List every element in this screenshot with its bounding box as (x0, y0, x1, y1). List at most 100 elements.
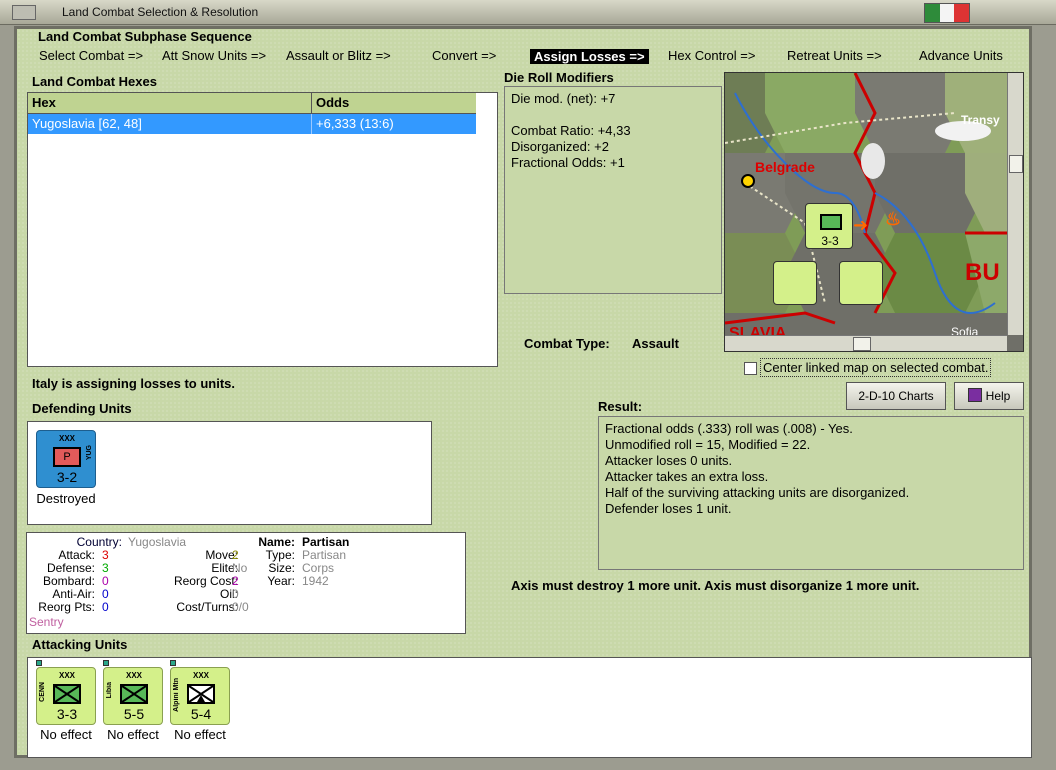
unit-values: 5-4 (190, 706, 212, 722)
step-att-snow-units: Att Snow Units => (162, 48, 267, 63)
year-label: Year: (267, 574, 295, 588)
help-book-icon (967, 388, 982, 402)
result-line: Unmodified roll = 15, Modified = 22. (605, 437, 811, 452)
modifiers-heading: Die Roll Modifiers (504, 70, 614, 85)
map-vertical-scrollbar[interactable] (1007, 73, 1023, 335)
cost-turns-value: 0/0 (232, 600, 249, 614)
hexes-table: Hex Odds Yugoslavia [62, 48] +6,333 (13:… (27, 92, 498, 367)
defending-unit-status: Destroyed (36, 491, 96, 506)
attack-arrow-icon: ➜ (853, 215, 869, 235)
subphase-heading: Land Combat Subphase Sequence (38, 29, 252, 44)
infantry-icon (820, 214, 842, 230)
center-map-checkbox-label[interactable]: Center linked map on selected combat. (760, 358, 992, 377)
unit-name: CENN (39, 682, 46, 702)
attacking-heading: Attacking Units (32, 637, 128, 652)
linked-map[interactable]: Belgrade Transy BU Sofia SLAVIA 3-3 ♨ ➜ (724, 72, 1024, 352)
cost-turns-label: Cost/Turns: (176, 600, 238, 614)
mission-value: Sentry (29, 615, 64, 629)
hexes-table-header: Hex Odds (28, 93, 476, 114)
table-row[interactable]: Yugoslavia [62, 48] +6,333 (13:6) (28, 114, 476, 134)
map-unit-cenn[interactable]: 3-3 (805, 203, 853, 249)
map-horizontal-scrollbar[interactable] (725, 335, 1007, 351)
partisan-icon: P (53, 447, 81, 467)
unit-values: 3-2 (56, 469, 78, 485)
unit-size: XXX (58, 671, 75, 680)
map-unit-alpini[interactable] (839, 261, 883, 305)
modifier-line: Combat Ratio: +4,33 (511, 123, 631, 138)
infantry-icon (53, 684, 81, 704)
defending-unit-partisan[interactable]: XXX P YUG 3-2 (36, 430, 96, 488)
hexes-heading: Land Combat Hexes (32, 74, 157, 89)
charts-button[interactable]: 2-D-10 Charts (846, 382, 946, 410)
result-line: Half of the surviving attacking units ar… (605, 485, 910, 500)
attacking-units-box: XXX CENN 3-3 No effect XXX Libia 5-5 No … (27, 657, 1032, 758)
defending-units-box: XXX P YUG 3-2 Destroyed (27, 421, 432, 525)
infantry-icon (120, 684, 148, 704)
modifiers-box: Die mod. (net): +7 Combat Ratio: +4,33 D… (504, 86, 722, 294)
reorg-pts-value: 0 (102, 600, 109, 614)
unit-name: Libia (106, 682, 113, 699)
defending-heading: Defending Units (32, 401, 132, 416)
loss-requirement-message: Axis must destroy 1 more unit. Axis must… (511, 578, 920, 593)
unit-details-box: Country: Yugoslavia Attack: 3 Defense: 3… (26, 532, 466, 634)
column-odds[interactable]: Odds (312, 93, 476, 113)
map-unit-values: 3-3 (821, 234, 839, 248)
result-line: Defender loses 1 unit. (605, 501, 732, 516)
result-line: Attacker takes an extra loss. (605, 469, 769, 484)
map-vertical-thumb[interactable] (1009, 155, 1023, 173)
step-assault-or-blitz: Assault or Blitz => (286, 48, 391, 63)
attacking-unit-status: No effect (107, 727, 159, 742)
unit-size: XXX (192, 671, 209, 680)
unit-size: XXX (125, 671, 142, 680)
step-select-combat: Select Combat => (39, 48, 144, 63)
odds-cell: +6,333 (13:6) (316, 116, 394, 131)
unit-status-dot (103, 660, 109, 666)
unit-nation: YUG (86, 445, 93, 461)
step-convert: Convert => (432, 48, 497, 63)
fire-icon: ♨ (885, 209, 902, 229)
unit-status-dot (36, 660, 42, 666)
help-button[interactable]: Help (954, 382, 1024, 410)
assign-losses-message: Italy is assigning losses to units. (32, 376, 235, 391)
italy-flag-icon (924, 3, 970, 23)
map-horizontal-thumb[interactable] (853, 337, 871, 351)
year-value: 1942 (302, 574, 329, 588)
attacking-unit-status: No effect (40, 727, 92, 742)
unit-values: 3-3 (56, 706, 78, 722)
title-bar: Land Combat Selection & Resolution (0, 0, 1056, 25)
center-map-checkbox[interactable] (744, 362, 757, 375)
step-retreat-units: Retreat Units => (787, 48, 882, 63)
result-line: Attacker loses 0 units. (605, 453, 733, 468)
combat-type-value: Assault (632, 336, 679, 351)
column-hex[interactable]: Hex (28, 93, 312, 113)
modifier-line: Fractional Odds: +1 (511, 155, 625, 170)
map-label-transy: Transy (961, 113, 1000, 127)
attacking-unit-status: No effect (174, 727, 226, 742)
result-line: Fractional odds (.333) roll was (.008) -… (605, 421, 853, 436)
result-heading: Result: (598, 399, 643, 414)
reorg-pts-label: Reorg Pts: (38, 600, 95, 614)
system-menu-button[interactable] (12, 5, 36, 20)
result-box: Fractional odds (.333) roll was (.008) -… (598, 416, 1024, 570)
step-assign-losses: Assign Losses => (530, 49, 649, 64)
attacking-unit-alpini[interactable]: XXX Alpini Mtn 5-4 (170, 667, 230, 725)
modifier-line (511, 107, 715, 123)
combat-type-label: Combat Type: (524, 336, 610, 351)
step-advance-units: Advance Units (919, 48, 1003, 63)
unit-values: 5-5 (123, 706, 145, 722)
map-unit-mountain[interactable] (773, 261, 817, 305)
modifier-line: Disorganized: +2 (511, 139, 609, 154)
unit-status-dot (170, 660, 176, 666)
unit-size: XXX (58, 434, 75, 443)
map-label-bu: BU (965, 259, 1000, 286)
modifier-line: Die mod. (net): +7 (511, 91, 616, 106)
step-hex-control: Hex Control => (668, 48, 756, 63)
country-value: Yugoslavia (128, 535, 187, 549)
hex-cell: Yugoslavia [62, 48] (28, 114, 312, 134)
window-title: Land Combat Selection & Resolution (62, 5, 259, 19)
attacking-unit-cenn[interactable]: XXX CENN 3-3 (36, 667, 96, 725)
attacking-unit-libia[interactable]: XXX Libia 5-5 (103, 667, 163, 725)
map-label-belgrade: Belgrade (755, 159, 815, 175)
mountain-infantry-icon (187, 684, 215, 704)
help-button-label: Help (985, 389, 1011, 403)
